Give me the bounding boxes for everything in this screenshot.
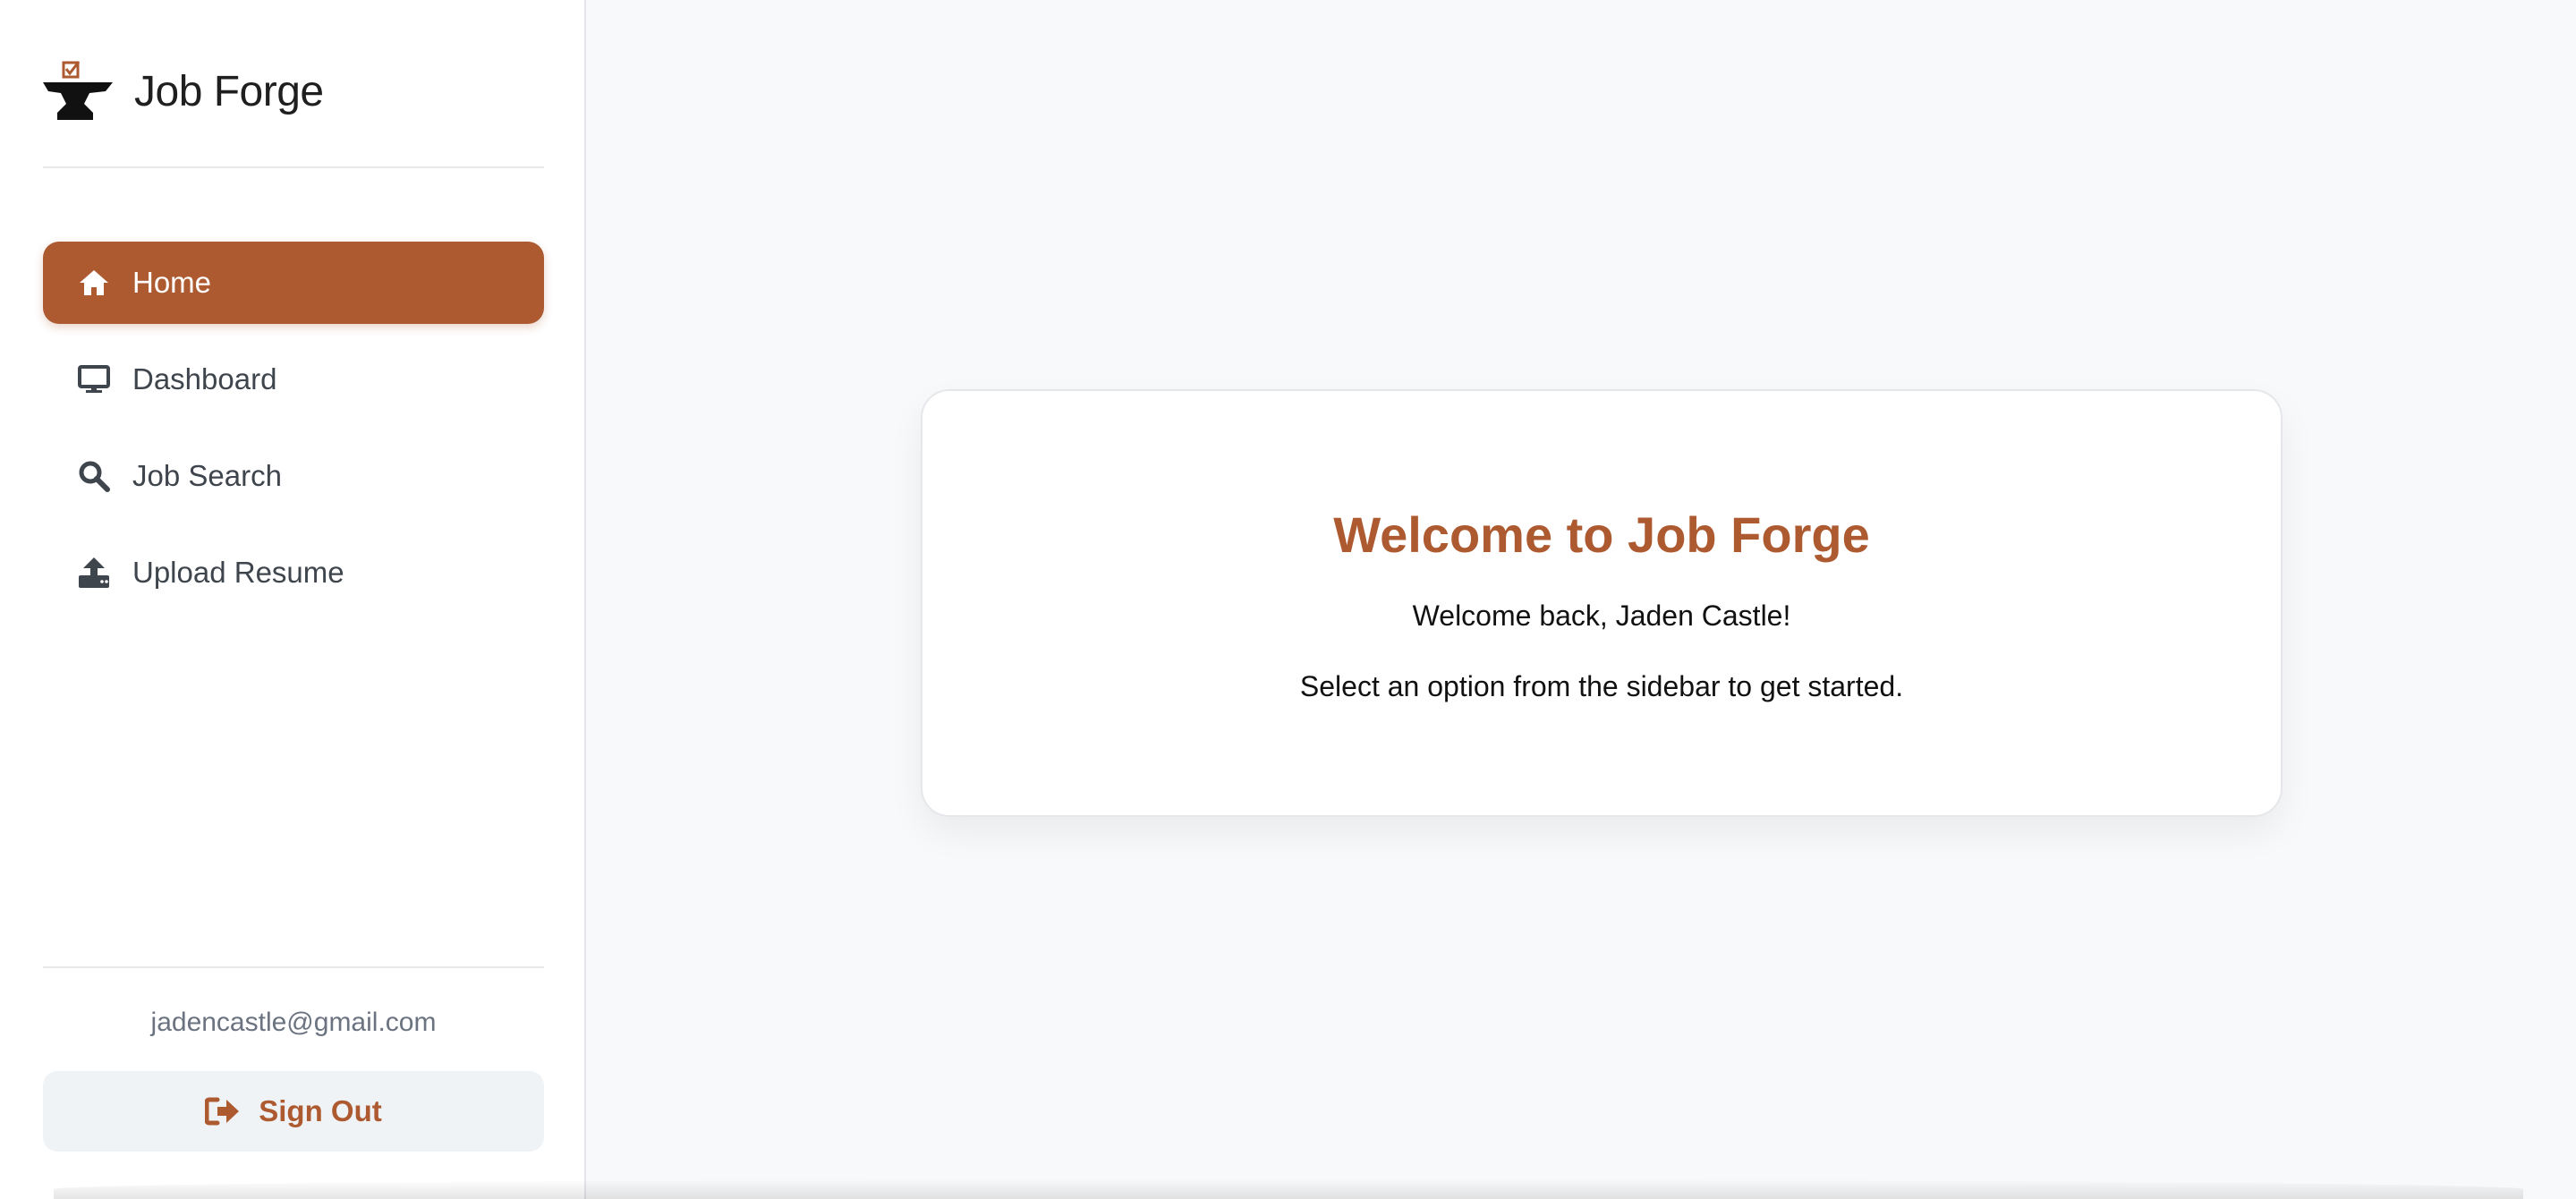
sign-out-label: Sign Out — [259, 1094, 382, 1127]
sidebar-divider-top — [43, 166, 544, 168]
sidebar-item-label: Home — [132, 266, 212, 299]
sidebar-item-home[interactable]: Home — [43, 242, 544, 324]
bottom-shadow — [54, 1179, 2523, 1199]
search-icon — [77, 459, 111, 493]
home-icon — [77, 266, 111, 300]
welcome-greeting: Welcome back, Jaden Castle! — [1412, 600, 1791, 632]
app-root: Job Forge Home Dashboard Job Search Uplo… — [0, 0, 2576, 1199]
sign-out-icon — [205, 1097, 240, 1126]
sidebar-item-label: Job Search — [132, 459, 282, 492]
sidebar-nav: Home Dashboard Job Search Upload Resume — [43, 242, 544, 628]
sidebar-item-upload-resume[interactable]: Upload Resume — [43, 531, 544, 614]
sidebar-divider-bottom — [43, 966, 544, 968]
sign-out-button[interactable]: Sign Out — [43, 1071, 544, 1152]
welcome-card: Welcome to Job Forge Welcome back, Jaden… — [921, 389, 2283, 817]
sidebar-item-label: Dashboard — [132, 362, 277, 395]
sidebar-item-dashboard[interactable]: Dashboard — [43, 338, 544, 421]
upload-icon — [77, 556, 111, 590]
anvil-logo-icon — [43, 61, 113, 120]
welcome-instruction: Select an option from the sidebar to get… — [1299, 670, 1904, 702]
sidebar-item-label: Upload Resume — [132, 556, 344, 589]
brand-name: Job Forge — [134, 67, 324, 115]
monitor-icon — [77, 362, 111, 396]
brand[interactable]: Job Forge — [43, 57, 324, 125]
user-email: jadencastle@gmail.com — [150, 1008, 437, 1037]
welcome-title: Welcome to Job Forge — [1333, 506, 1870, 563]
sidebar: Job Forge Home Dashboard Job Search Uplo… — [0, 0, 586, 1199]
sidebar-item-job-search[interactable]: Job Search — [43, 435, 544, 517]
